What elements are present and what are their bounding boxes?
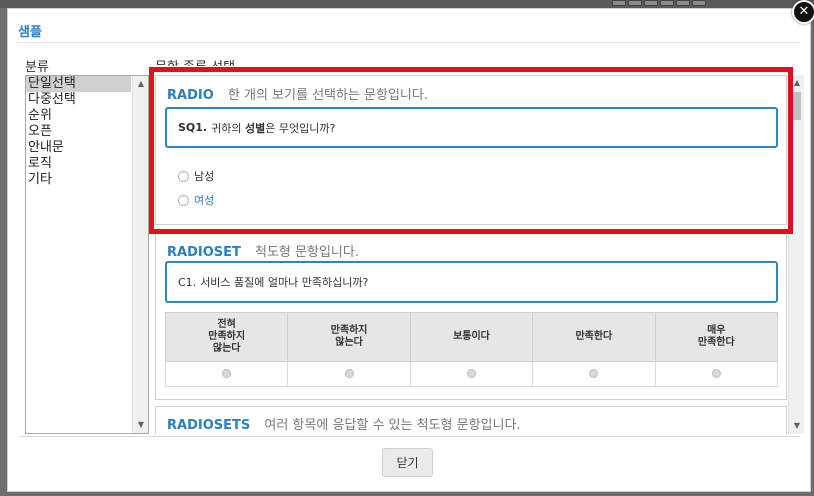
card-description: 한 개의 보기를 선택하는 문항입니다. [227,88,428,103]
scale-header: 전혀 만족하지 않는다 [164,312,289,362]
question-number: SQ1. [178,121,208,134]
dialog-title: 샘플 [18,25,42,40]
card-name: RADIOSETS [167,418,251,433]
close-button[interactable]: 닫기 [382,448,433,477]
sample-card-radioset[interactable]: RADIOSET 척도형 문항입니다. C1. 서비스 품질에 얼마나 만족하십… [155,232,787,400]
scale-radio-icon[interactable] [589,369,599,378]
category-item-rank[interactable]: 순위 [26,108,131,124]
category-item-single[interactable]: 단일선택 [26,76,131,92]
category-label: 분류 [25,60,49,75]
backdrop-tabs [612,0,706,6]
question-text-bold: 성별 [244,121,266,135]
scale-header: 매우 만족한다 [654,312,779,362]
card-description: 척도형 문항입니다. [255,245,359,260]
sample-card-radiosets[interactable]: RADIOSETS 여러 항목에 응답할 수 있는 척도형 문항입니다. [155,406,787,434]
scale-radio-icon[interactable] [222,369,232,378]
category-item-open[interactable]: 오픈 [26,124,131,140]
card-description: 여러 항목에 응답할 수 있는 척도형 문항입니다. [264,418,521,433]
sample-card-radio[interactable]: RADIO 한 개의 보기를 선택하는 문항입니다. SQ1. 귀하의 성별 은 … [155,75,787,225]
question-text: 서비스 품질에 얼마나 만족하십니까? [200,276,369,289]
scale-table: 전혀 만족하지 않는다 만족하지 않는다 보통이다 만족한다 매우 만족한다 [164,312,779,387]
sample-dialog: 샘플 분류 문항 종류 선택 단일선택 다중선택 순위 오픈 안내문 로직 기타… [7,8,811,492]
category-item-logic[interactable]: 로직 [26,156,131,172]
category-item-etc[interactable]: 기타 [26,172,131,188]
question-box: C1. 서비스 품질에 얼마나 만족하십니까? [165,261,778,303]
scale-header: 만족한다 [532,312,656,362]
question-box: SQ1. 귀하의 성별 은 무엇입니까? [165,107,778,148]
radio-icon[interactable] [178,170,189,182]
sample-panel: RADIO 한 개의 보기를 선택하는 문항입니다. SQ1. 귀하의 성별 은 … [149,75,804,434]
category-item-multi[interactable]: 다중선택 [26,92,131,108]
question-text-pre: 귀하의 [211,121,242,135]
scale-header: 보통이다 [409,312,534,362]
type-label: 문항 종류 선택 [155,56,235,66]
footer-divider [18,436,800,437]
scale-radio-icon[interactable] [344,369,354,378]
radio-icon[interactable] [178,194,189,206]
category-item-notice[interactable]: 안내문 [26,140,131,156]
scale-radio-icon[interactable] [466,369,476,378]
option-female[interactable]: 여성 [178,192,214,208]
category-scrollbar[interactable]: ▲ ▼ [132,76,148,433]
scroll-down-icon[interactable]: ▼ [789,418,804,434]
card-name: RADIOSET [167,245,241,260]
scroll-up-icon[interactable]: ▲ [789,75,804,91]
scale-radio-icon[interactable] [711,369,721,378]
option-male[interactable]: 남성 [178,168,214,184]
question-text-post: 은 무엇입니까? [265,121,336,135]
scroll-thumb[interactable] [792,92,801,120]
sample-scrollbar[interactable]: ▲ ▼ [788,75,804,434]
scale-header: 만족하지 않는다 [287,312,411,362]
card-name: RADIO [167,88,214,103]
question-number: C1. [178,275,197,289]
close-icon[interactable]: ✕ [792,0,814,24]
scroll-up-icon[interactable]: ▲ [133,76,149,92]
title-divider [18,42,800,43]
category-list[interactable]: 단일선택 다중선택 순위 오픈 안내문 로직 기타 ▲ ▼ [25,75,149,434]
scroll-down-icon[interactable]: ▼ [133,417,149,433]
